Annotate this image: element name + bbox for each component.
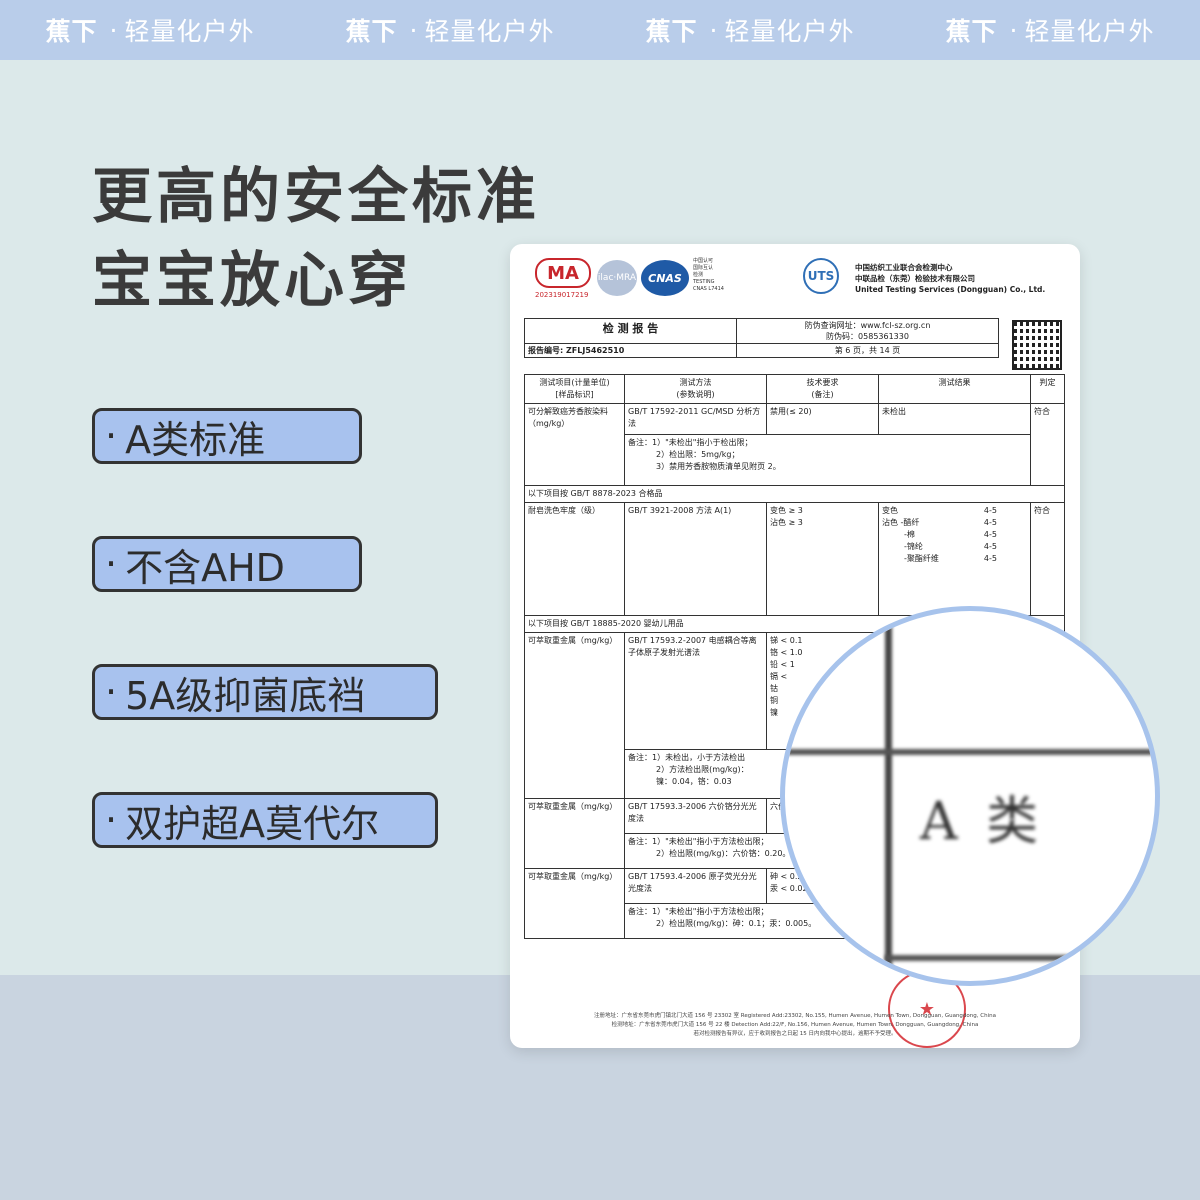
feature-pill-a-class: · A类标准 — [92, 408, 362, 464]
magnifier-zoom: A 类 — [780, 606, 1160, 986]
feature-label: 5A级抑菌底裆 — [125, 673, 366, 718]
cma-number: 202319017219 — [535, 291, 589, 299]
brand-separator: · — [409, 15, 419, 45]
brand-name: 蕉下 — [945, 17, 998, 46]
brand-separator: · — [1009, 15, 1019, 45]
feature-pill-no-ahd: · 不含AHD — [92, 536, 362, 592]
report-title: 检 测 报 告 — [524, 318, 737, 344]
cnas-text: 中国认可 国际互认 检测 TESTING CNAS L7414 — [693, 258, 724, 292]
feature-label: A类标准 — [125, 417, 266, 462]
brand-repeat: 蕉下 · 轻量化户外 — [900, 0, 1200, 60]
brand-separator: · — [709, 15, 719, 45]
brand-name: 蕉下 — [645, 17, 698, 46]
feature-pill-antibacterial: · 5A级抑菌底裆 — [92, 664, 438, 720]
brand-separator: · — [109, 15, 119, 45]
brand-repeat: 蕉下 · 轻量化户外 — [300, 0, 600, 60]
report-header-table: 检 测 报 告 防伪查询网址：www.fcl-sz.org.cn 防伪码：058… — [524, 318, 999, 358]
brand-tagline: 轻量化户外 — [424, 17, 555, 46]
table-header-row: 测试项目(计量单位) [样品标识] 测试方法 (参数说明) 技术要求 (备注) 测试结… — [524, 374, 1065, 404]
bullet-dot: · — [105, 542, 118, 586]
table-row: 耐皂洗色牢度（级） GB/T 3921-2008 方法 A(1) 变色 ≥ 3沾… — [524, 502, 1065, 616]
ilac-logo: ilac·MRA — [597, 260, 637, 296]
feature-pill-modal: · 双护超A莫代尔 — [92, 792, 438, 848]
headline-line-2: 宝宝放心穿 — [92, 246, 412, 316]
report-logos: MA 202319017219 ilac·MRA CNAS 中国认可 国际互认 … — [535, 258, 1065, 308]
headline-line-1: 更高的安全标准 — [92, 162, 540, 232]
brand-banner: 蕉下 · 轻量化户外 蕉下 · 轻量化户外 蕉下 · 轻量化户外 蕉下 · 轻量… — [0, 0, 1200, 60]
magnified-grid-line — [785, 749, 1155, 755]
magnified-grade-text: A 类 — [920, 792, 1045, 852]
table-row: 可分解致癌芳香胺染料（mg/kg） GB/T 17592-2011 GC/MSD… — [524, 403, 1065, 486]
report-number: 报告编号: ZFLJ5462510 — [524, 343, 737, 358]
bullet-dot: · — [105, 798, 118, 842]
brand-tagline: 轻量化户外 — [724, 17, 855, 46]
magnified-grid-line — [885, 955, 1155, 961]
brand-repeat: 蕉下 · 轻量化户外 — [600, 0, 900, 60]
report-footer: 注册地址：广东省东莞市虎门镇北门大道 156 号 23302 室 Registe… — [594, 1013, 996, 1037]
bullet-dot: · — [105, 414, 118, 458]
brand-tagline: 轻量化户外 — [124, 17, 255, 46]
brand-tagline: 轻量化户外 — [1024, 17, 1155, 46]
feature-label: 不含AHD — [125, 545, 285, 590]
brand-repeat: 蕉下 · 轻量化户外 — [0, 0, 300, 60]
feature-label: 双护超A莫代尔 — [125, 801, 380, 846]
org-name: 中国纺织工业联合会检测中心 中联品检（东莞）检验技术有限公司 United Te… — [855, 263, 1046, 294]
table-section-row: 以下项目按 GB/T 8878-2023 合格品 — [524, 485, 1065, 503]
cnas-logo: CNAS — [641, 260, 689, 296]
cma-logo: MA — [535, 258, 591, 288]
brand-name: 蕉下 — [345, 17, 398, 46]
uts-logo: UTS — [803, 258, 839, 294]
report-page: 第 6 页，共 14 页 — [736, 343, 999, 358]
magnified-grid-line — [885, 611, 892, 981]
report-query: 防伪查询网址：www.fcl-sz.org.cn 防伪码：0585361330 — [736, 318, 999, 344]
colorfastness-results: 变色 4-5 沾色 -醋纤 4-5 -棉 4-5 -锦纶 4-5 -聚酯纤维 4-5 — [878, 502, 1031, 616]
bullet-dot: · — [105, 670, 118, 714]
brand-name: 蕉下 — [45, 17, 98, 46]
qr-code — [1012, 320, 1062, 370]
